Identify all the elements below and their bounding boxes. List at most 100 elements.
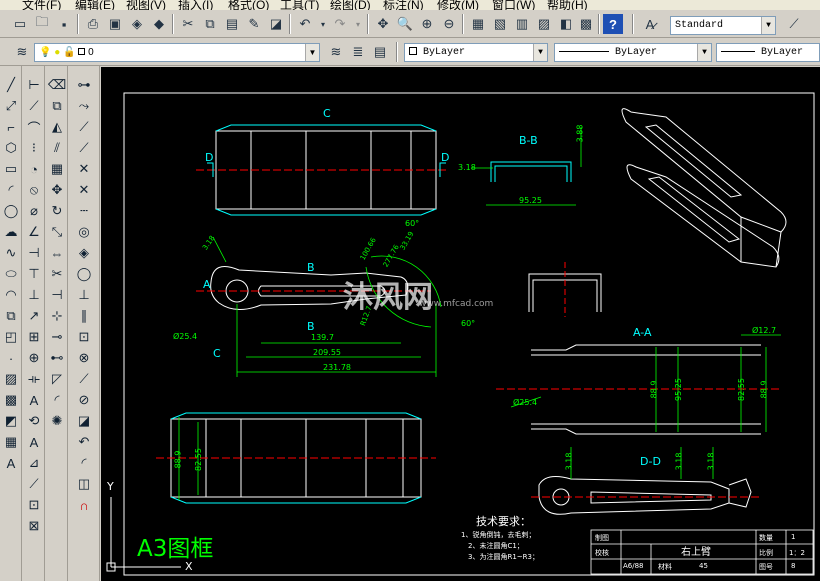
leader-icon[interactable]: ⟋ [25, 475, 43, 493]
move-icon[interactable]: ✥ [48, 181, 66, 199]
rotate-icon[interactable]: ↻ [48, 202, 66, 220]
redo-icon[interactable]: ↷ [330, 14, 350, 34]
sheet-set-icon[interactable]: ▨ [534, 14, 554, 34]
zoom-window-icon[interactable]: ⊕ [417, 14, 437, 34]
chevron-down-icon[interactable]: ▼ [305, 44, 319, 61]
chevron-down-icon[interactable]: ▼ [761, 17, 775, 34]
snap-nearest-icon[interactable]: ⟋ [75, 370, 93, 388]
quick-leader-icon[interactable]: ↗ [25, 307, 43, 325]
snap-node-icon[interactable]: ⊗ [75, 349, 93, 367]
cut-icon[interactable]: ✂ [178, 14, 198, 34]
tool-palettes-icon[interactable]: ▥ [512, 14, 532, 34]
pan-icon[interactable]: ✥ [373, 14, 393, 34]
snap-from-icon[interactable]: ⤳ [75, 97, 93, 115]
snap-midpoint-icon[interactable]: ⟋ [75, 139, 93, 157]
save-icon[interactable]: ▪ [54, 14, 74, 34]
zoom-realtime-icon[interactable]: 🔍 [395, 14, 415, 34]
array-icon[interactable]: ▦ [48, 160, 66, 178]
jogged-icon[interactable]: ⦸ [25, 181, 43, 199]
lineweight-select[interactable]: ByLayer [716, 43, 820, 62]
publish-icon[interactable]: ◈ [127, 14, 147, 34]
erase-icon[interactable]: ⌫ [48, 76, 66, 94]
inspection-icon[interactable]: ⊡ [25, 496, 43, 514]
temp-track-icon[interactable]: ⊶ [75, 76, 93, 94]
circle-icon[interactable]: ◯ [2, 202, 20, 220]
layer-state-icon[interactable]: ▤ [370, 42, 390, 62]
angular-icon[interactable]: ∠ [25, 223, 43, 241]
snap-endpoint-icon[interactable]: ⟋ [75, 118, 93, 136]
dimension-text-edit-icon[interactable]: A [25, 391, 43, 409]
menu-edit[interactable]: 编辑(E) [75, 0, 115, 10]
break-point-icon[interactable]: ⊹ [48, 307, 66, 325]
chevron-down-icon[interactable]: ▼ [697, 44, 711, 61]
make-block-icon[interactable]: ◰ [2, 328, 20, 346]
snap-intersection-icon[interactable]: ✕ [75, 160, 93, 178]
continue-icon[interactable]: ⊥ [25, 286, 43, 304]
layer-previous-icon[interactable]: ≣ [348, 42, 368, 62]
rectangle-icon[interactable]: ▭ [2, 160, 20, 178]
fillet-icon[interactable]: ◜ [48, 391, 66, 409]
baseline-icon[interactable]: ⊤ [25, 265, 43, 283]
radius-icon[interactable]: ◔ [25, 160, 43, 178]
plot-icon[interactable]: ◆ [149, 14, 169, 34]
ellipse-icon[interactable]: ⬭ [2, 265, 20, 283]
construction-line-icon[interactable]: ⤢ [2, 97, 20, 115]
snap-settings-icon[interactable]: ◪ [75, 412, 93, 430]
make-current-layer-icon[interactable]: ≋ [326, 42, 346, 62]
dimension-update-icon[interactable]: ⟲ [25, 412, 43, 430]
quick-dimension-icon[interactable]: ⊣ [25, 244, 43, 262]
snap-none-icon[interactable]: ⊘ [75, 391, 93, 409]
snap-geom-center-icon[interactable]: ◫ [75, 475, 93, 493]
copy-icon[interactable]: ⧉ [200, 14, 220, 34]
stretch-icon[interactable]: ⇔ [48, 244, 66, 262]
mirror-icon[interactable]: ◭ [48, 118, 66, 136]
menu-modify[interactable]: 修改(M) [437, 0, 479, 10]
snap-insert-icon[interactable]: ⊡ [75, 328, 93, 346]
layer-manager-icon[interactable]: ≋ [12, 42, 32, 62]
snap-trace-icon[interactable]: ◜ [75, 454, 93, 472]
open-file-icon[interactable]: 🗀 [32, 14, 52, 34]
block-editor-icon[interactable]: ◪ [266, 14, 286, 34]
offset-icon[interactable]: ⫽ [48, 139, 66, 157]
hatch-icon[interactable]: ▨ [2, 370, 20, 388]
menu-help[interactable]: 帮助(H) [547, 0, 588, 10]
new-file-icon[interactable]: ▭ [10, 14, 30, 34]
color-select[interactable]: ByLayer ▼ [404, 43, 548, 62]
gradient-icon[interactable]: ▩ [2, 391, 20, 409]
region-icon[interactable]: ◩ [2, 412, 20, 430]
line-icon[interactable]: ╱ [2, 76, 20, 94]
menu-window[interactable]: 窗口(W) [492, 0, 535, 10]
snap-magnet-icon[interactable]: ∩ [75, 496, 93, 514]
multiline-text-icon[interactable]: A [2, 454, 20, 472]
text-icon[interactable]: A [25, 433, 43, 451]
chamfer-icon[interactable]: ◸ [48, 370, 66, 388]
spline-icon[interactable]: ∿ [2, 244, 20, 262]
text-style-select[interactable]: Standard ▼ [670, 16, 776, 35]
insert-block-icon[interactable]: ⧉ [2, 307, 20, 325]
snap-extension-icon[interactable]: ┄ [75, 202, 93, 220]
menu-file[interactable]: 文件(F) [22, 0, 61, 10]
copy-object-icon[interactable]: ⧉ [48, 97, 66, 115]
menu-insert[interactable]: 插入(I) [178, 0, 213, 10]
linetype-select[interactable]: ByLayer ▼ [554, 43, 712, 62]
match-properties-icon[interactable]: ✎ [244, 14, 264, 34]
paste-icon[interactable]: ▤ [222, 14, 242, 34]
menu-tools[interactable]: 工具(T) [280, 0, 319, 10]
center-mark-icon[interactable]: ⊕ [25, 349, 43, 367]
print-preview-icon[interactable]: ▣ [105, 14, 125, 34]
zoom-previous-icon[interactable]: ⊖ [439, 14, 459, 34]
diameter-icon[interactable]: ⌀ [25, 202, 43, 220]
snap-parallel-icon[interactable]: ∥ [75, 307, 93, 325]
snap-center-icon[interactable]: ◎ [75, 223, 93, 241]
aligned-dimension-icon[interactable]: ⟋ [25, 97, 43, 115]
ellipse-arc-icon[interactable]: ◠ [2, 286, 20, 304]
properties-icon[interactable]: ▦ [468, 14, 488, 34]
scale-icon[interactable]: ⤡ [48, 223, 66, 241]
chevron-down-icon[interactable]: ▼ [533, 44, 547, 61]
tolerance-icon[interactable]: ⊞ [25, 328, 43, 346]
revision-cloud-icon[interactable]: ☁ [2, 223, 20, 241]
snap-tangent-icon[interactable]: ◯ [75, 265, 93, 283]
trim-icon[interactable]: ✂ [48, 265, 66, 283]
extend-icon[interactable]: ⊣ [48, 286, 66, 304]
design-center-icon[interactable]: ▧ [490, 14, 510, 34]
